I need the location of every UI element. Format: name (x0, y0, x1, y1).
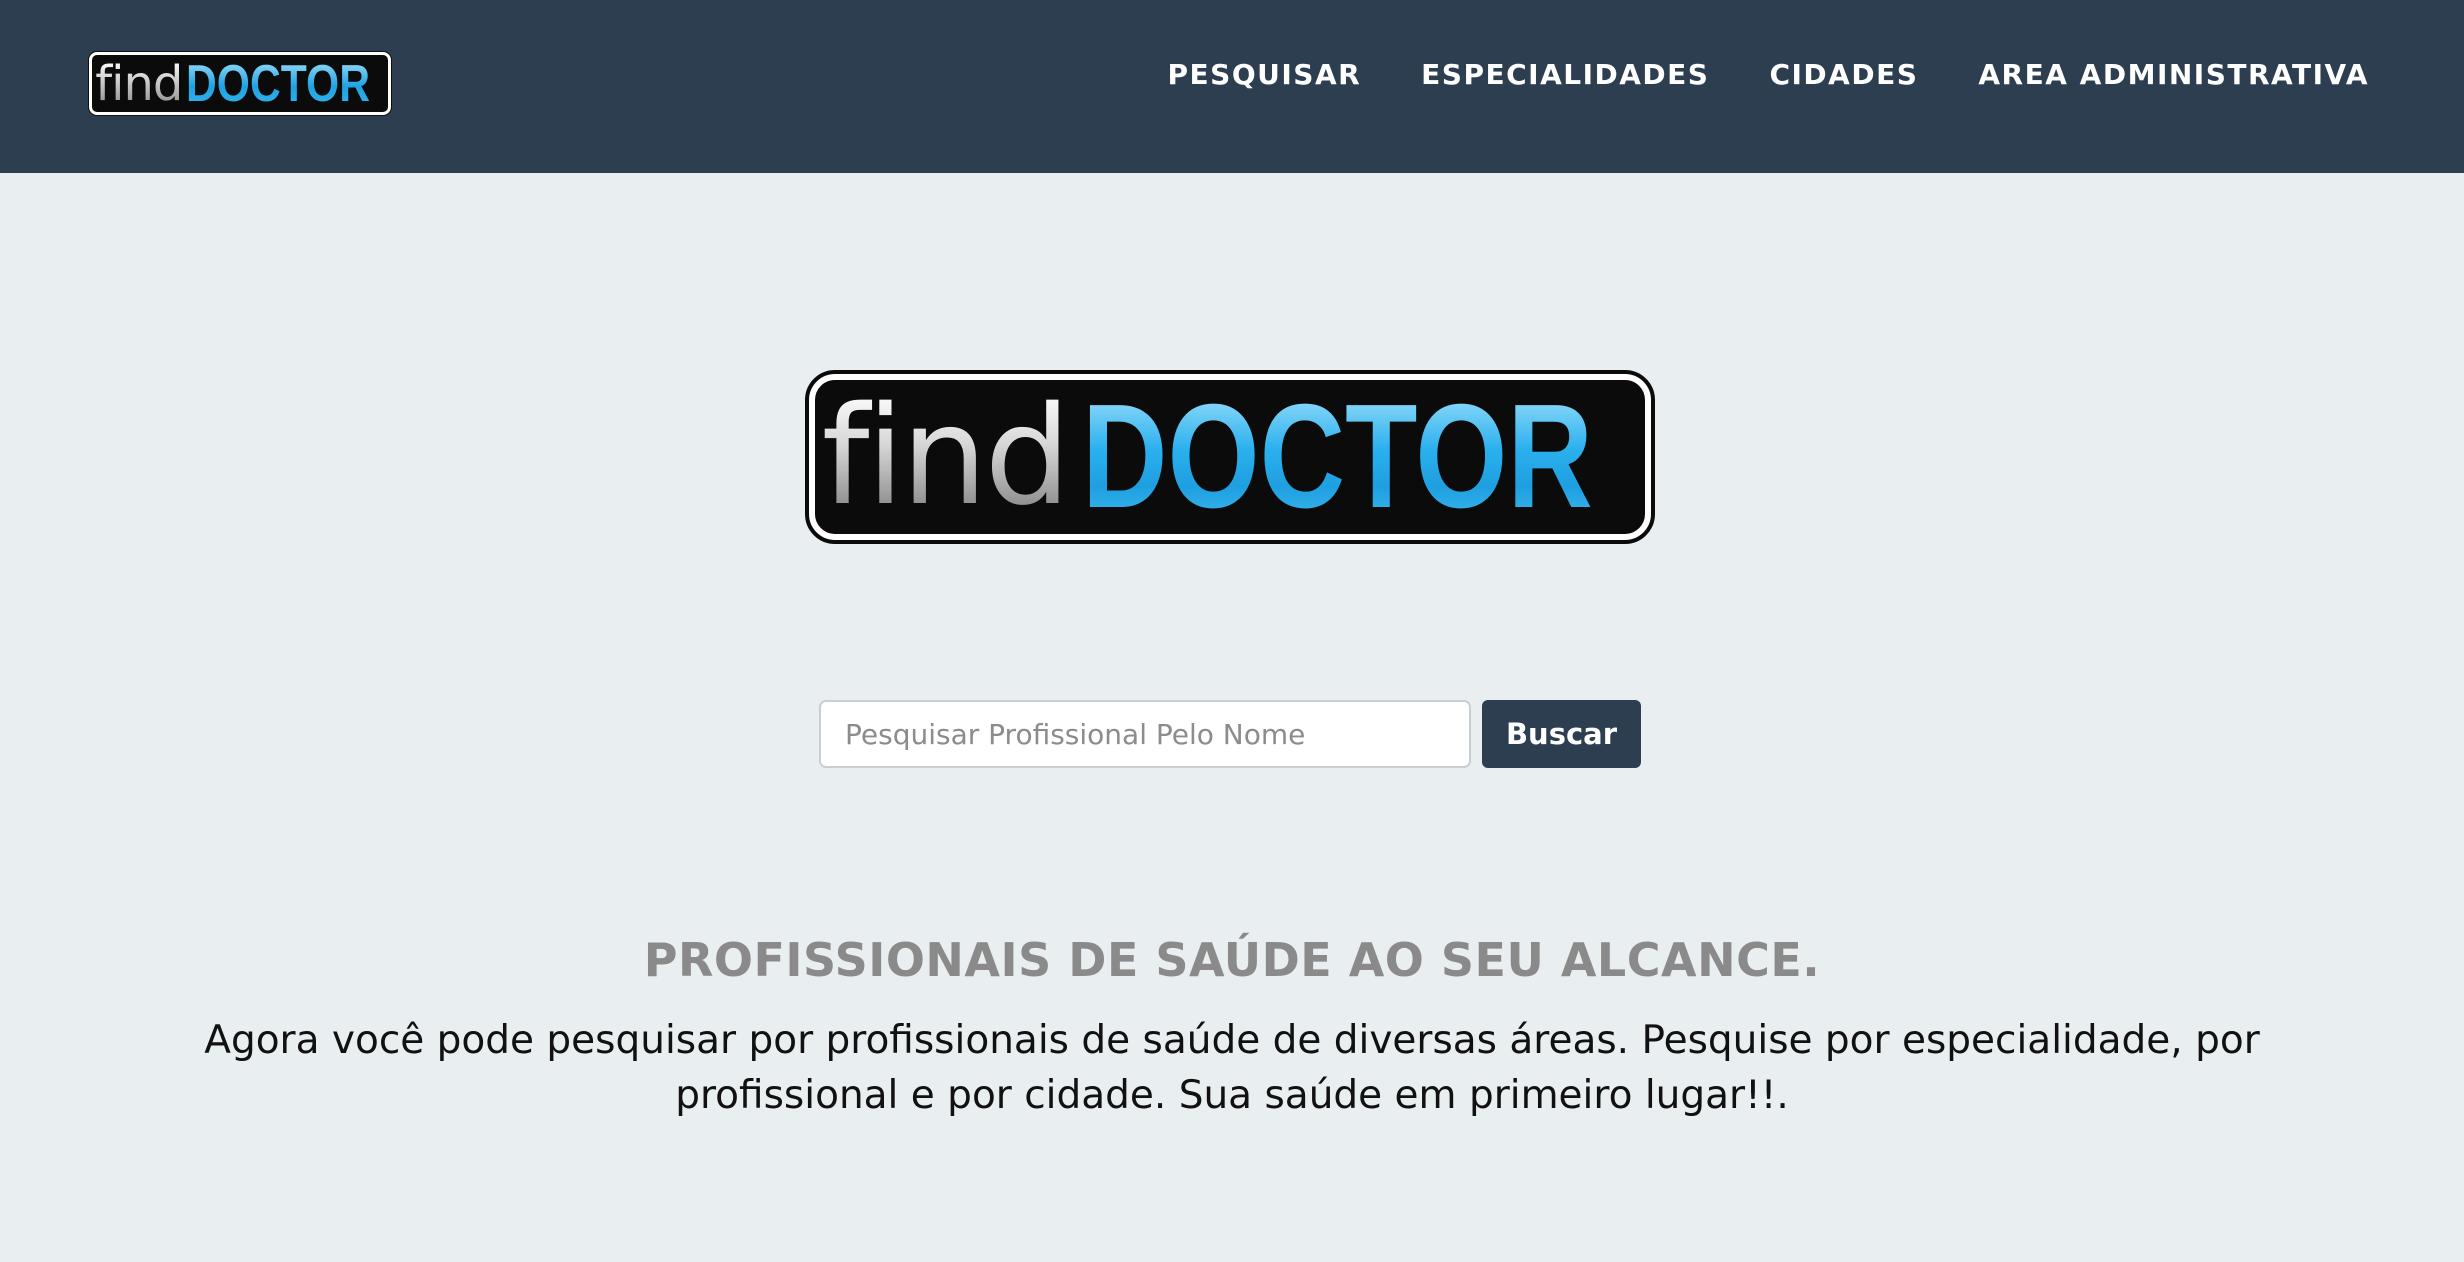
nav-link-especialidades[interactable]: ESPECIALIDADES (1421, 58, 1709, 91)
intro-description: Agora você pode pesquisar por profission… (204, 1018, 2260, 1118)
nav-menu: PESQUISAR ESPECIALIDADES CIDADES AREA AD… (1108, 0, 2370, 148)
navbar-logo[interactable]: find DOCTOR (89, 52, 391, 115)
nav-link-area-administrativa[interactable]: AREA ADMINISTRATIVA (1978, 58, 2369, 91)
search-input[interactable] (819, 700, 1471, 768)
search-button[interactable]: Buscar (1482, 700, 1641, 768)
nav-link-cidades[interactable]: CIDADES (1769, 58, 1918, 91)
hero-logo: find DOCTOR (805, 370, 1655, 544)
hero-logo-find-text: find (821, 378, 1071, 536)
hero-logo-doctor-text: DOCTOR (1081, 374, 1593, 539)
nav-link-pesquisar[interactable]: PESQUISAR (1168, 58, 1362, 91)
logo-find-text: find (95, 55, 183, 112)
logo-doctor-text: DOCTOR (186, 54, 371, 113)
top-navbar: find DOCTOR PESQUISAR ESPECIALIDADES CIDA… (0, 0, 2464, 173)
tagline-heading: PROFISSIONAIS DE SAÚDE AO SEU ALCANCE. (643, 933, 1821, 987)
